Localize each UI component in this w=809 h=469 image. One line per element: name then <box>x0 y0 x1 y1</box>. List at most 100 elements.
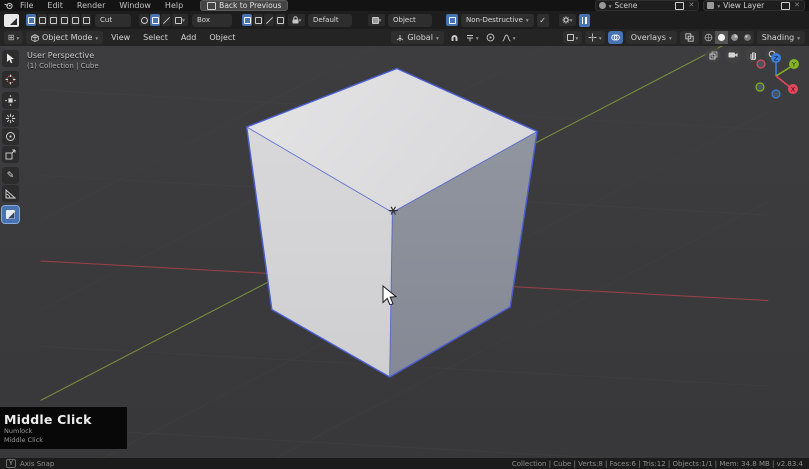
check-icon: ✓ <box>539 15 546 25</box>
shading-rendered-icon[interactable] <box>741 31 754 44</box>
perspective-toggle-button[interactable] <box>705 47 721 63</box>
object-menu[interactable]: Object <box>204 29 240 46</box>
scene-selector[interactable]: Scene ✕ <box>594 0 700 11</box>
shape-dropdown[interactable]: Box <box>192 13 232 27</box>
view-layer-name: View Layer <box>723 1 765 10</box>
shape-ngon-icon[interactable] <box>161 14 171 26</box>
cube-object[interactable] <box>245 67 538 378</box>
surface-dropdown[interactable]: Default <box>308 13 352 27</box>
mode-b-icon[interactable] <box>253 14 263 26</box>
keycast-history-1: Numlock <box>4 427 33 435</box>
cut-dropdown[interactable]: Cut <box>95 13 131 27</box>
cursor-tool[interactable] <box>2 71 19 88</box>
scene-stats: Collection | Cube | Verts:8 | Faces:6 | … <box>511 459 803 468</box>
align-icon-button[interactable] <box>368 14 385 26</box>
shape-dropdown-label: Box <box>197 16 211 24</box>
shading-material-icon[interactable] <box>728 31 741 44</box>
gear-icon <box>562 16 570 24</box>
remove-view-layer-icon[interactable]: ✕ <box>793 1 801 10</box>
annotate-tool[interactable]: ✎ <box>2 167 19 184</box>
op-join-icon[interactable] <box>59 14 69 26</box>
back-to-previous-button[interactable]: Back to Previous <box>200 0 289 11</box>
falloff-dropdown[interactable] <box>501 31 517 44</box>
snap-toggle[interactable] <box>447 31 462 44</box>
camera-view-button[interactable] <box>725 47 741 63</box>
boxcutter-operation-buttons <box>26 14 91 26</box>
xray-toggle[interactable] <box>679 31 699 44</box>
live-toggle-icon[interactable] <box>446 14 458 26</box>
op-cut-icon[interactable] <box>26 14 36 26</box>
back-to-previous-label: Back to Previous <box>219 1 282 10</box>
scale-tool[interactable] <box>2 128 19 145</box>
mouse-cursor <box>382 285 397 305</box>
proportional-editing-toggle[interactable] <box>483 31 498 44</box>
settings-gear-button[interactable] <box>558 14 576 26</box>
transform-tool[interactable] <box>2 146 19 163</box>
scene-canvas <box>40 46 769 458</box>
transform-orientation-dropdown[interactable]: Global <box>391 31 444 44</box>
menu-file[interactable]: File <box>13 0 40 11</box>
gizmos-dropdown[interactable] <box>584 31 605 44</box>
apply-check-button[interactable]: ✓ <box>536 13 549 27</box>
shading-solid-icon[interactable] <box>714 31 728 44</box>
mode-a-icon[interactable] <box>242 14 252 26</box>
shape-box-icon[interactable] <box>150 14 160 26</box>
overlays-dropdown[interactable]: Overlays <box>625 31 677 44</box>
menu-window[interactable]: Window <box>112 0 158 11</box>
view-layer-selector[interactable]: View Layer ✕ <box>703 0 805 11</box>
object-visibility-dropdown[interactable] <box>562 31 582 44</box>
overlays-dropdown-label: Overlays <box>630 33 666 42</box>
cut-dropdown-label: Cut <box>100 16 113 24</box>
view-menu[interactable]: View <box>106 29 135 46</box>
align-dropdown[interactable]: Object <box>388 13 432 27</box>
top-menu-bar: File Edit Render Window Help Back to Pre… <box>0 0 809 11</box>
rotate-tool[interactable] <box>2 110 19 127</box>
op-knife-icon[interactable] <box>70 14 80 26</box>
shading-mode-buttons <box>701 31 754 44</box>
key-hint-badge: Y <box>6 459 16 468</box>
menu-edit[interactable]: Edit <box>40 0 70 11</box>
shading-wireframe-icon[interactable] <box>702 31 715 44</box>
new-scene-icon[interactable] <box>675 1 685 10</box>
gizmo-y-neg-ball[interactable] <box>755 82 765 92</box>
overlays-icon <box>611 34 620 41</box>
lock-button[interactable] <box>288 14 305 26</box>
screencast-keys-overlay: Middle Click Numlock Middle Click <box>0 407 127 449</box>
overlays-toggle[interactable] <box>607 31 623 44</box>
gizmo-x-neg-ball[interactable] <box>756 59 766 69</box>
move-tool[interactable] <box>2 92 19 109</box>
keycast-history-2: Middle Click <box>4 436 44 444</box>
menu-help[interactable]: Help <box>158 0 190 11</box>
menu-render[interactable]: Render <box>70 0 112 11</box>
pause-button[interactable] <box>578 13 590 27</box>
viewport-header: ⊞ Object Mode View Select Add Object Glo… <box>0 29 809 46</box>
boxcutter-tool[interactable] <box>1 205 20 224</box>
mode-d-icon[interactable] <box>275 14 285 26</box>
editor-type-dropdown[interactable]: ⊞ <box>4 31 23 44</box>
gizmo-z-neg-ball[interactable] <box>771 89 781 99</box>
xray-icon <box>685 33 694 42</box>
shape-circle-icon[interactable] <box>139 14 149 26</box>
object-mode-dropdown[interactable]: Object Mode <box>26 31 104 44</box>
shading-dropdown[interactable]: Shading <box>756 31 805 44</box>
add-menu[interactable]: Add <box>176 29 202 46</box>
op-extract-icon[interactable] <box>81 14 91 26</box>
measure-tool[interactable] <box>2 185 19 202</box>
shape-custom-icon[interactable] <box>172 14 188 26</box>
new-view-layer-icon[interactable] <box>781 1 791 10</box>
select-box-tool[interactable] <box>2 50 19 67</box>
op-slice-icon[interactable] <box>37 14 47 26</box>
boxcutter-active-tool-icon[interactable] <box>4 13 19 27</box>
snap-target-dropdown[interactable] <box>465 31 480 44</box>
view-layer-chevron-icon <box>717 1 720 10</box>
select-menu[interactable]: Select <box>138 29 173 46</box>
op-inset-icon[interactable] <box>48 14 58 26</box>
shading-dropdown-label: Shading <box>761 33 795 42</box>
behavior-mode-dropdown[interactable]: Non-Destructive <box>461 13 534 27</box>
unlink-scene-icon[interactable]: ✕ <box>687 1 695 10</box>
navigation-axis-gizmo[interactable]: Z Y X <box>740 48 804 104</box>
orientation-label: Global <box>407 33 433 42</box>
viewport-3d[interactable]: ✎ User Perspective (1) Collection | Cube <box>0 46 809 458</box>
mode-c-icon[interactable] <box>264 14 274 26</box>
svg-text:Z: Z <box>774 55 779 63</box>
